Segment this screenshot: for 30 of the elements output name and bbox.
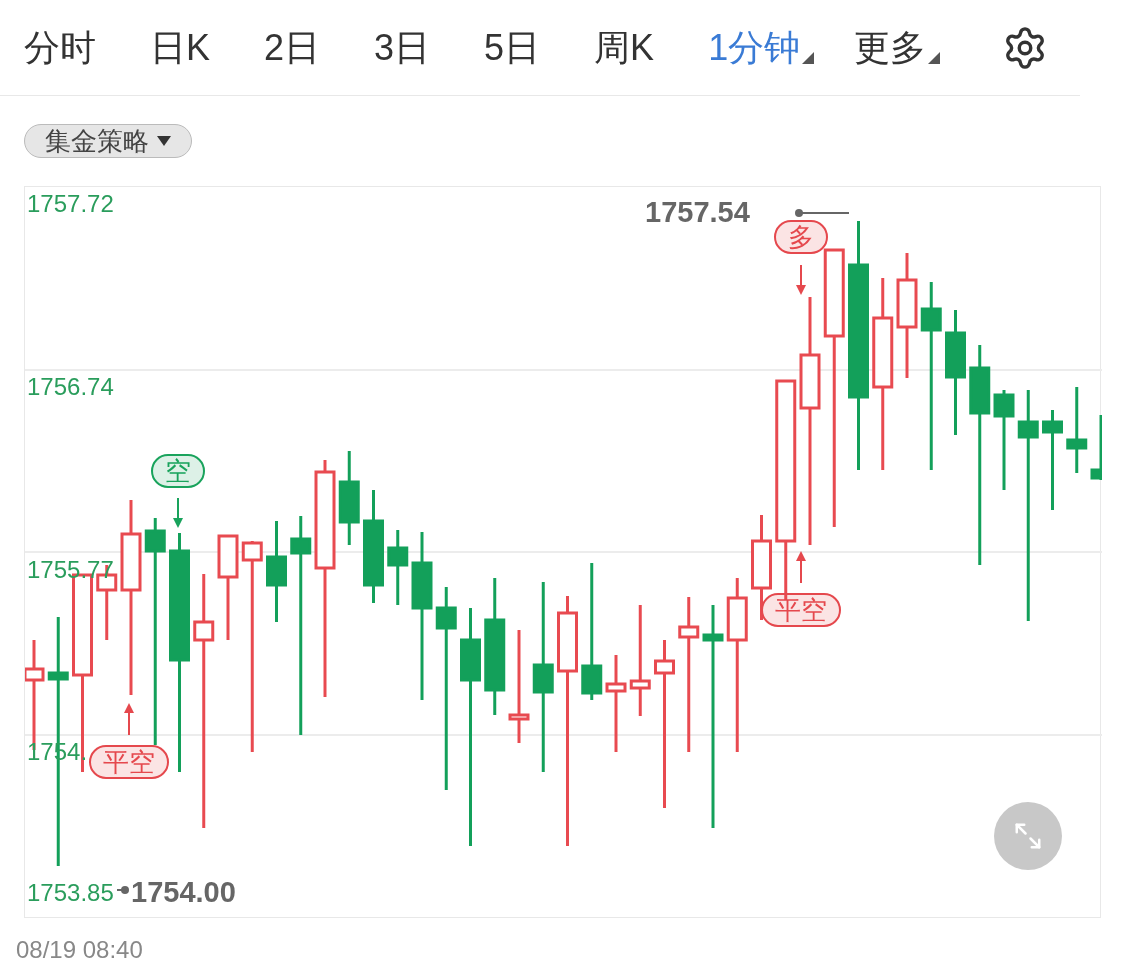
period-tab[interactable]: 1分钟 — [708, 29, 801, 66]
period-tab[interactable]: 更多 — [854, 29, 927, 66]
dropdown-corner-icon — [802, 51, 815, 64]
expand-icon — [1013, 821, 1043, 851]
y-axis-label: 1756.74 — [27, 375, 114, 399]
signal-arrow — [173, 497, 183, 528]
signal-arrow — [124, 703, 134, 736]
period-tab[interactable]: 周K — [594, 29, 655, 66]
high-price-label: 1757.54 — [645, 198, 750, 227]
signal-arrow — [796, 551, 806, 584]
y-axis-label: 1757.72 — [27, 192, 114, 216]
signal-badge: 多 — [774, 220, 828, 254]
low-price-leader-line — [116, 886, 129, 894]
period-tab[interactable]: 分时 — [24, 29, 96, 66]
low-price-label: 1754.00 — [131, 878, 236, 907]
signal-badge: 平空 — [89, 745, 169, 779]
high-price-leader-line — [795, 209, 850, 217]
signal-badge: 空 — [151, 454, 205, 488]
signal-badge: 平空 — [761, 593, 841, 627]
period-tab[interactable]: 5日 — [484, 29, 541, 66]
dropdown-corner-icon — [928, 51, 941, 64]
caret-icon — [157, 136, 171, 146]
period-tab[interactable]: 3日 — [374, 29, 431, 66]
signal-arrow — [796, 264, 806, 295]
strategy-dropdown[interactable]: 集金策略 — [24, 124, 192, 158]
candlestick — [1090, 415, 1102, 480]
period-tab[interactable]: 日K — [150, 29, 210, 66]
y-axis-label: 1753.85 — [27, 881, 114, 905]
timestamp: 08/19 08:40 — [16, 938, 143, 962]
period-tab[interactable]: 2日 — [264, 29, 321, 66]
